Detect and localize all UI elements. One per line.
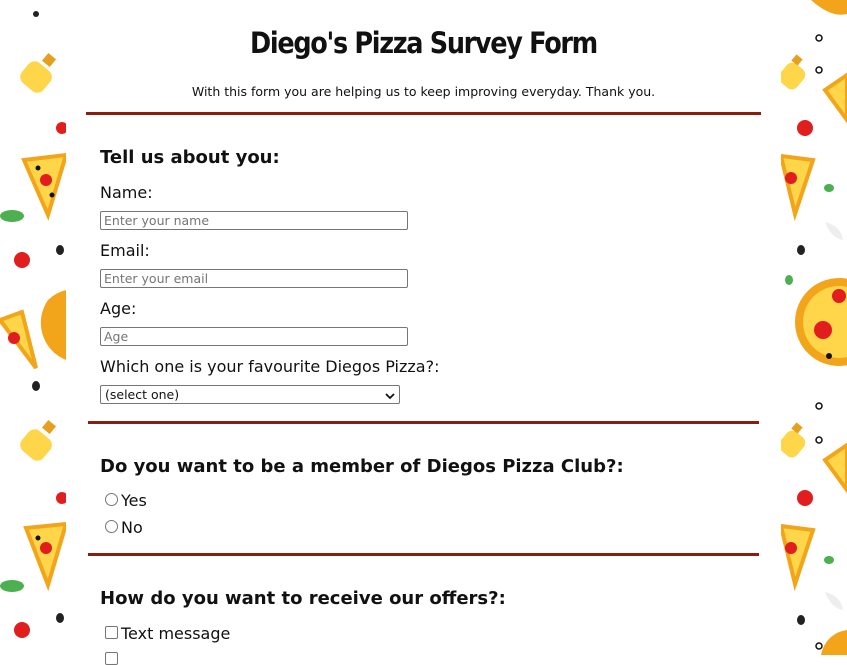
name-field[interactable] bbox=[100, 211, 408, 230]
offers-heading: How do you want to receive our offers?: bbox=[100, 588, 506, 609]
pizza-slice-icon bbox=[0, 309, 38, 370]
tomato-icon bbox=[56, 492, 66, 504]
offer-next-checkbox[interactable] bbox=[105, 652, 118, 665]
basil-leaf-icon bbox=[0, 210, 24, 222]
page-title: Diego's Pizza Survey Form bbox=[250, 26, 598, 60]
age-label: Age: bbox=[100, 299, 137, 318]
oil-bottle-icon bbox=[781, 422, 806, 458]
club-yes-radio[interactable] bbox=[105, 493, 118, 506]
pizza-slice-icon bbox=[781, 153, 816, 222]
club-no-label: No bbox=[121, 518, 143, 537]
page-description: With this form you are helping us to kee… bbox=[191, 84, 656, 99]
email-label: Email: bbox=[100, 241, 150, 260]
email-field[interactable] bbox=[100, 269, 408, 288]
offer-text-message-label: Text message bbox=[121, 624, 231, 643]
offer-text-message-checkbox[interactable] bbox=[105, 626, 118, 639]
oil-bottle-icon bbox=[20, 419, 57, 461]
basil-leaf-icon bbox=[824, 556, 834, 564]
olive-icon bbox=[797, 615, 805, 625]
survey-container: Diego's Pizza Survey Form With this form… bbox=[66, 0, 781, 665]
favourite-pizza-select[interactable]: (select one) bbox=[100, 385, 400, 404]
basil-leaf-icon bbox=[0, 580, 24, 592]
favourite-pizza-label: Which one is your favourite Diegos Pizza… bbox=[100, 357, 440, 376]
club-no-radio[interactable] bbox=[105, 520, 118, 533]
section-divider bbox=[88, 421, 759, 424]
whole-pizza-icon bbox=[795, 278, 847, 366]
basil-leaf-icon bbox=[785, 275, 793, 285]
tomato-icon bbox=[14, 622, 30, 638]
chevron-down-icon bbox=[385, 389, 395, 404]
pizza-pattern-right bbox=[781, 0, 847, 655]
oil-bottle-icon bbox=[20, 52, 57, 93]
name-label: Name: bbox=[100, 183, 153, 202]
tomato-icon bbox=[56, 122, 66, 134]
about-heading: Tell us about you: bbox=[100, 147, 280, 168]
club-yes-label: Yes bbox=[121, 491, 147, 510]
pizza-pattern-left bbox=[0, 0, 66, 655]
oil-bottle-icon bbox=[781, 54, 806, 90]
olive-icon bbox=[56, 613, 64, 623]
tomato-icon bbox=[14, 252, 30, 268]
olive-icon bbox=[797, 245, 805, 255]
olive-icon bbox=[32, 381, 40, 391]
pizza-slice-icon bbox=[23, 521, 66, 592]
basil-leaf-icon bbox=[824, 184, 834, 192]
olive-icon bbox=[56, 245, 64, 255]
tomato-icon bbox=[797, 120, 813, 136]
tomato-icon bbox=[797, 490, 813, 506]
age-field[interactable] bbox=[100, 327, 408, 346]
pizza-slice-icon bbox=[21, 152, 66, 221]
section-divider bbox=[88, 553, 759, 556]
section-divider bbox=[86, 112, 761, 115]
pizza-slice-icon bbox=[781, 523, 816, 592]
club-heading: Do you want to be a member of Diegos Piz… bbox=[100, 456, 624, 477]
favourite-pizza-selected: (select one) bbox=[105, 387, 180, 402]
